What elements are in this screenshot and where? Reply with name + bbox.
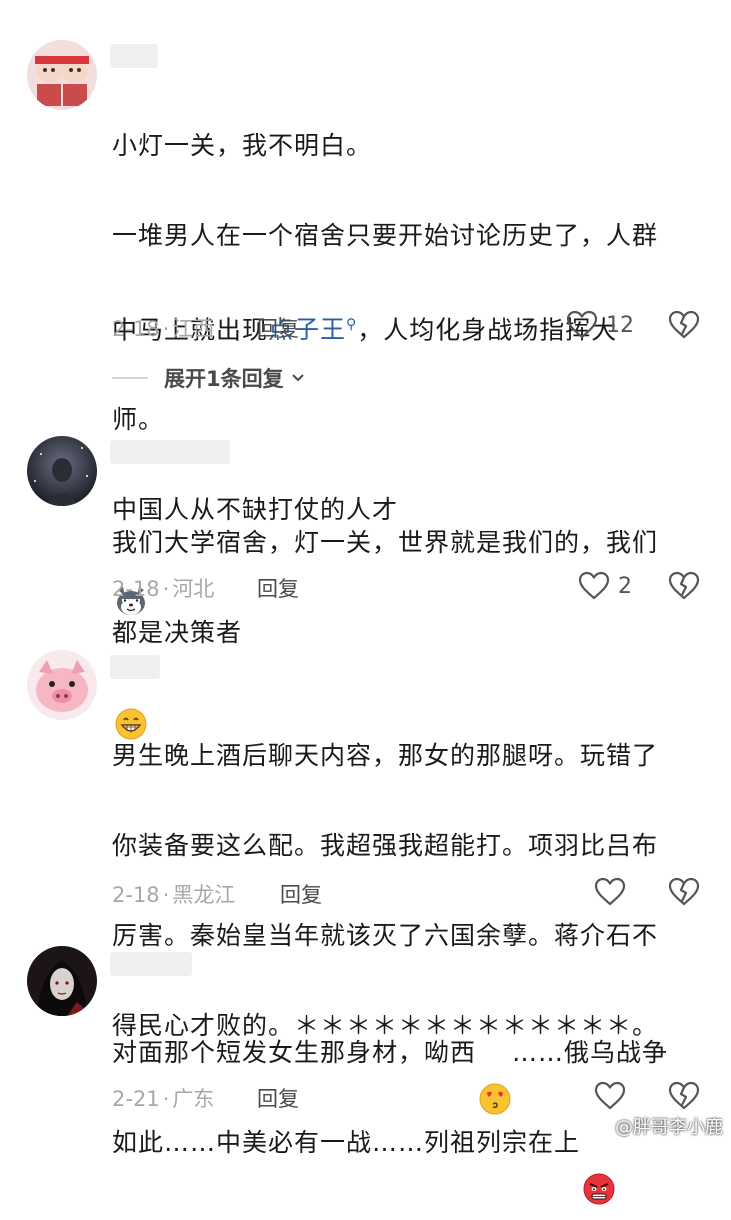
- watermark: @胖哥李小鹿: [589, 1113, 723, 1139]
- reply-button[interactable]: 回复: [257, 313, 299, 343]
- broken-heart-icon: [668, 877, 700, 906]
- dislike-button[interactable]: [668, 310, 700, 344]
- username[interactable]: [110, 44, 158, 68]
- reply-button[interactable]: 回复: [257, 573, 299, 603]
- expand-replies-button[interactable]: 展开1条回复: [112, 363, 306, 393]
- comment-date: 2-18: [112, 577, 160, 601]
- comment-meta: 2-18 · 江西 回复: [112, 313, 299, 343]
- heart-icon: [578, 571, 610, 600]
- comment-location: 黑龙江: [172, 883, 236, 907]
- comment-meta: 2-18 · 河北 回复: [112, 573, 299, 603]
- like-button[interactable]: [594, 877, 626, 907]
- like-button[interactable]: 12: [566, 310, 634, 340]
- username[interactable]: [110, 952, 192, 976]
- comment-date: 2-21: [112, 1087, 160, 1111]
- avatar[interactable]: [27, 436, 97, 506]
- divider: [112, 377, 148, 379]
- comment-meta: 2-21 · 广东 回复: [112, 1083, 299, 1113]
- reply-button[interactable]: 回复: [280, 879, 322, 909]
- broken-heart-icon: [668, 310, 700, 339]
- reply-button[interactable]: 回复: [257, 1083, 299, 1113]
- like-count: 2: [618, 573, 632, 599]
- comment-date: 2-18: [112, 317, 160, 341]
- avatar[interactable]: [27, 40, 97, 110]
- dislike-button[interactable]: [668, 1081, 700, 1115]
- username[interactable]: [110, 655, 160, 679]
- weibo-logo-icon: [589, 1118, 610, 1135]
- username[interactable]: [110, 440, 230, 464]
- comment-meta: 2-18 · 黑龙江 回复: [112, 879, 322, 909]
- heart-icon: [594, 877, 626, 906]
- like-button[interactable]: 2: [578, 571, 632, 601]
- dislike-button[interactable]: [668, 877, 700, 911]
- like-button[interactable]: [594, 1081, 626, 1111]
- avatar[interactable]: [27, 946, 97, 1016]
- avatar[interactable]: [27, 650, 97, 720]
- heart-icon: [566, 310, 598, 339]
- broken-heart-icon: [668, 571, 700, 600]
- like-count: 12: [606, 312, 634, 338]
- broken-heart-icon: [668, 1081, 700, 1110]
- heart-eyes-emoji-icon: [478, 1037, 512, 1115]
- comment-date: 2-18: [112, 883, 160, 907]
- dislike-button[interactable]: [668, 571, 700, 605]
- chevron-down-icon: [291, 374, 304, 382]
- comment-location: 江西: [172, 317, 215, 341]
- comment-location: 河北: [172, 577, 215, 601]
- heart-icon: [594, 1081, 626, 1110]
- comment-location: 广东: [172, 1087, 215, 1111]
- search-icon: ⚲: [346, 317, 358, 333]
